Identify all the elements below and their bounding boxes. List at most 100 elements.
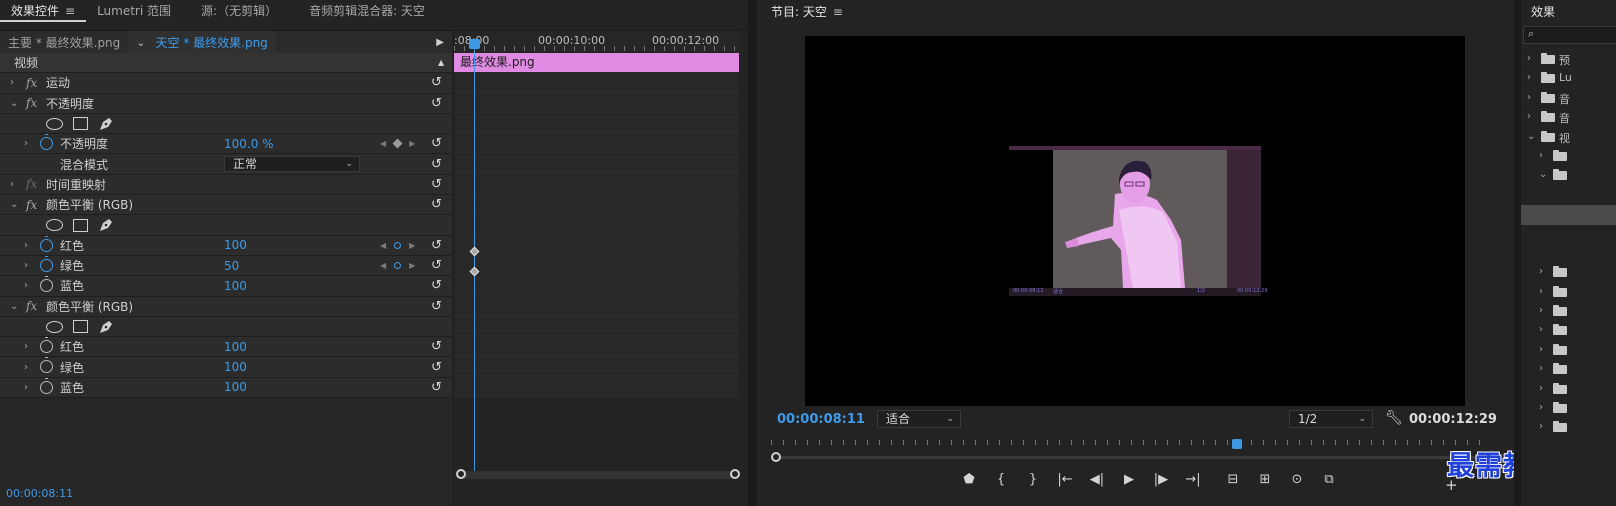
parameter-row[interactable]: › 红色 100 ◀ ▶ ↺ bbox=[0, 235, 452, 256]
stopwatch-icon[interactable] bbox=[40, 337, 53, 354]
lift-icon[interactable]: ⊟ bbox=[1217, 472, 1249, 487]
ellipse-mask-icon[interactable] bbox=[46, 117, 63, 130]
chevron-right-icon[interactable]: › bbox=[1527, 92, 1531, 103]
reset-icon[interactable]: ↺ bbox=[431, 96, 442, 111]
chevron-right-icon[interactable]: › bbox=[10, 77, 14, 88]
keyframe-track[interactable] bbox=[454, 214, 739, 235]
effect-row[interactable]: ⌄ fx 不透明度 ↺ bbox=[0, 93, 452, 114]
effects-tree-item[interactable]: › bbox=[1521, 283, 1616, 302]
effect-row[interactable]: › fx 运动 ↺ bbox=[0, 73, 452, 94]
stopwatch-icon[interactable] bbox=[40, 235, 53, 252]
chevron-right-icon[interactable]: › bbox=[1539, 383, 1543, 394]
reset-icon[interactable]: ↺ bbox=[431, 177, 442, 192]
effect-row[interactable]: › fx 时间重映射 ↺ bbox=[0, 174, 452, 196]
keyframe-track[interactable] bbox=[454, 274, 739, 296]
panel-menu-icon[interactable]: ≡ bbox=[833, 5, 843, 19]
reset-icon[interactable]: ↺ bbox=[431, 380, 442, 395]
reset-icon[interactable]: ↺ bbox=[431, 339, 442, 354]
effects-tree-item[interactable]: › bbox=[1521, 360, 1616, 379]
keyframe-track[interactable] bbox=[454, 295, 739, 316]
chevron-right-icon[interactable]: › bbox=[24, 260, 28, 271]
extract-icon[interactable]: ⊞ bbox=[1249, 472, 1281, 487]
blend-mode-dropdown[interactable]: 正常 ⌄ bbox=[224, 156, 360, 173]
chevron-down-icon[interactable]: ⌄ bbox=[10, 98, 18, 109]
effects-tree-item[interactable]: ⌄ bbox=[1521, 166, 1616, 185]
rectangle-mask-icon[interactable] bbox=[73, 117, 88, 131]
program-monitor-title[interactable]: 节目: 天空 ≡ bbox=[771, 3, 843, 20]
keyframe-track[interactable] bbox=[454, 153, 739, 174]
fx-toggle-icon[interactable]: fx bbox=[26, 198, 37, 212]
effects-panel-title[interactable]: 效果 bbox=[1531, 3, 1555, 20]
effects-tree-item[interactable]: › bbox=[1521, 341, 1616, 360]
prev-keyframe-icon[interactable]: ◀ bbox=[380, 241, 386, 250]
ellipse-mask-icon[interactable] bbox=[46, 320, 63, 333]
tab-audio-clip-mixer[interactable]: 音频剪辑混合器: 天空 bbox=[298, 0, 436, 22]
parameter-row[interactable]: › 红色 100 ↺ bbox=[0, 337, 452, 358]
stopwatch-icon[interactable] bbox=[40, 134, 53, 151]
zoom-handle-left[interactable] bbox=[771, 452, 781, 462]
chevron-down-icon[interactable]: ⌄ bbox=[1527, 131, 1535, 142]
chevron-right-icon[interactable]: › bbox=[24, 138, 28, 149]
effects-tree-item[interactable]: › Lu bbox=[1521, 69, 1616, 88]
monitor-time-ruler[interactable] bbox=[771, 436, 1487, 462]
add-keyframe-icon[interactable] bbox=[392, 138, 403, 149]
master-clip-label[interactable]: 主要 * 最终效果.png bbox=[0, 34, 128, 51]
chevron-right-icon[interactable]: › bbox=[10, 179, 14, 190]
effects-tree-item[interactable]: › 音 bbox=[1521, 89, 1616, 108]
section-header[interactable]: 视频 ▲ bbox=[0, 53, 452, 74]
mask-tools-row[interactable] bbox=[0, 113, 452, 135]
keyframe-track[interactable] bbox=[454, 356, 739, 377]
time-ruler[interactable]: :08:00 00:00:10:00 00:00:12:00 bbox=[454, 31, 739, 53]
fit-dropdown[interactable]: 适合 ⌄ bbox=[877, 410, 961, 428]
effects-tree-item[interactable] bbox=[1521, 186, 1616, 205]
reset-icon[interactable]: ↺ bbox=[431, 258, 442, 273]
parameter-value[interactable]: 50 bbox=[224, 259, 239, 273]
marker-icon[interactable]: ⬟ bbox=[953, 472, 985, 487]
chevron-right-icon[interactable]: › bbox=[24, 240, 28, 251]
effect-controls-timecode[interactable]: 00:00:08:11 bbox=[6, 487, 73, 500]
next-keyframe-icon[interactable]: ▶ bbox=[409, 139, 415, 148]
stopwatch-icon[interactable] bbox=[40, 255, 53, 272]
keyframe-track[interactable] bbox=[454, 173, 739, 194]
chevron-right-icon[interactable]: › bbox=[1539, 363, 1543, 374]
stopwatch-icon[interactable] bbox=[40, 357, 53, 374]
export-frame-icon[interactable]: ⊙ bbox=[1281, 472, 1313, 487]
playhead-handle[interactable] bbox=[469, 39, 480, 49]
fx-toggle-icon[interactable]: fx bbox=[26, 96, 37, 110]
chevron-right-icon[interactable]: › bbox=[1539, 421, 1543, 432]
keyframe-track[interactable] bbox=[454, 315, 739, 336]
reset-icon[interactable]: ↺ bbox=[431, 136, 442, 151]
fx-toggle-icon[interactable]: fx bbox=[26, 177, 37, 191]
fx-toggle-icon[interactable]: fx bbox=[26, 299, 37, 313]
chevron-right-icon[interactable]: › bbox=[1527, 53, 1531, 64]
video-preview[interactable]: 00:00:08:11 适合 1/2 00:00:12:29 bbox=[805, 36, 1465, 406]
resolution-dropdown[interactable]: 1/2 ⌄ bbox=[1289, 410, 1373, 428]
effects-tree-item[interactable]: › bbox=[1521, 380, 1616, 399]
effect-row[interactable]: ⌄ fx 颜色平衡 (RGB) ↺ bbox=[0, 296, 452, 317]
reset-icon[interactable]: ↺ bbox=[431, 360, 442, 375]
sequence-clip-selector[interactable]: ⌄ 天空 * 最终效果.png bbox=[128, 31, 276, 53]
wrench-icon[interactable]: 🔧︎ bbox=[1385, 410, 1403, 426]
effects-tree-item[interactable]: › bbox=[1521, 147, 1616, 166]
chevron-right-icon[interactable]: › bbox=[1539, 286, 1543, 297]
collapse-up-icon[interactable]: ▲ bbox=[438, 58, 444, 67]
keyframe-track[interactable] bbox=[454, 132, 739, 154]
parameter-row[interactable]: › 蓝色 100 ↺ bbox=[0, 276, 452, 297]
panel-menu-icon[interactable]: ≡ bbox=[65, 4, 75, 18]
effects-tree-item[interactable]: › bbox=[1521, 263, 1616, 282]
effects-tree-item[interactable]: › bbox=[1521, 418, 1616, 437]
zoom-scrollbar[interactable] bbox=[777, 456, 1487, 459]
current-timecode[interactable]: 00:00:08:11 bbox=[777, 412, 865, 427]
mask-tools-row[interactable] bbox=[0, 316, 452, 338]
pen-mask-icon[interactable] bbox=[98, 320, 113, 334]
parameter-row[interactable]: › 绿色 100 ↺ bbox=[0, 357, 452, 378]
tab-lumetri-scopes[interactable]: Lumetri 范围 bbox=[86, 0, 182, 22]
parameter-value[interactable]: 100.0 % bbox=[224, 137, 274, 151]
parameter-value[interactable]: 100 bbox=[224, 380, 247, 394]
tab-effect-controls[interactable]: 效果控件 ≡ bbox=[0, 0, 87, 22]
parameter-row[interactable]: › 绿色 50 ◀ ▶ ↺ bbox=[0, 255, 452, 277]
keyframe-track[interactable] bbox=[454, 335, 739, 357]
step-forward-icon[interactable]: |▶ bbox=[1145, 472, 1177, 487]
parameter-row[interactable]: 混合模式 正常 ⌄ ↺ bbox=[0, 154, 452, 175]
pen-mask-icon[interactable] bbox=[98, 218, 113, 232]
